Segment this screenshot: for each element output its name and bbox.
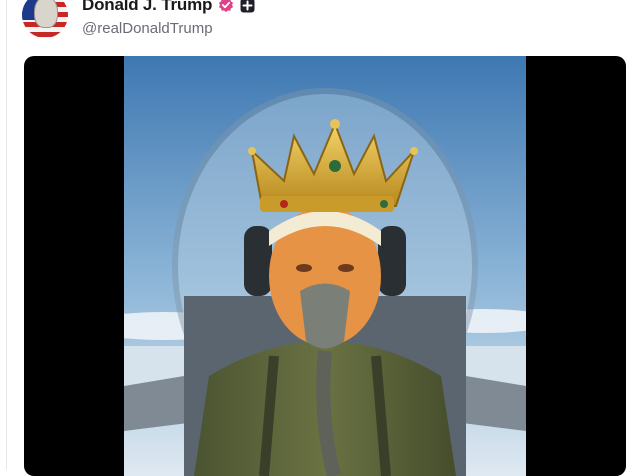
avatar-portrait xyxy=(34,0,58,28)
video-frame-illustration xyxy=(124,56,526,476)
post-media-video[interactable] xyxy=(24,56,626,476)
author-display-name[interactable]: Donald J. Trump xyxy=(82,0,212,15)
plus-box-icon[interactable] xyxy=(240,0,255,13)
author-handle[interactable]: @realDonaldTrump xyxy=(82,20,213,37)
author-name-row: Donald J. Trump xyxy=(82,0,255,16)
timeline-divider xyxy=(6,0,7,470)
verified-badge-icon xyxy=(218,0,234,13)
author-avatar[interactable] xyxy=(22,0,68,38)
